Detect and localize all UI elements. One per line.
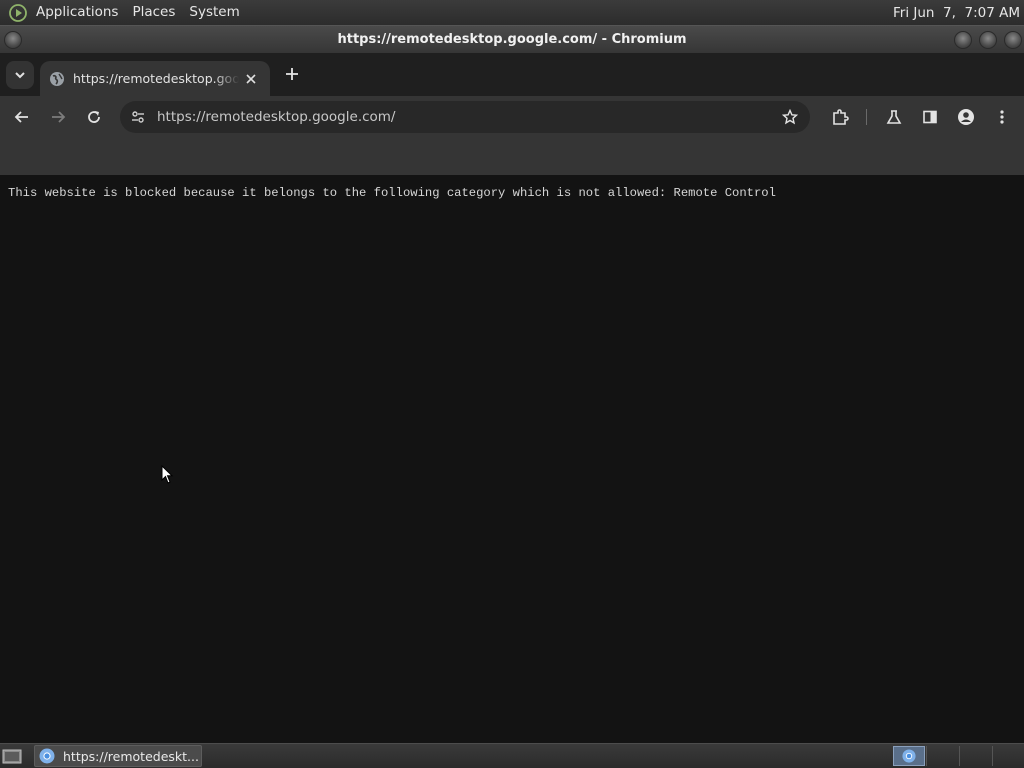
close-tab-icon[interactable] (243, 71, 259, 87)
plus-icon (286, 68, 298, 80)
distro-logo-icon[interactable] (7, 2, 29, 24)
reload-button[interactable] (84, 107, 104, 127)
window-title: https://remotedesktop.google.com/ - Chro… (337, 32, 687, 47)
workspace-1[interactable] (893, 746, 925, 766)
bookmarks-bar (0, 138, 1024, 175)
kebab-menu-icon (1000, 110, 1004, 124)
chrome-menu-button[interactable] (992, 107, 1012, 127)
taskbar-window-label: https://remotedeskt... (63, 748, 199, 764)
back-button[interactable] (12, 107, 32, 127)
tab-search-button[interactable] (6, 61, 34, 89)
page-content: This website is blocked because it belon… (0, 175, 1024, 743)
side-panel-button[interactable] (920, 107, 940, 127)
blocked-message: This website is blocked because it belon… (8, 186, 776, 200)
browser-toolbar: https://remotedesktop.google.com/ (0, 96, 1024, 138)
tab-active[interactable]: https://remotedesktop.google.com/ (40, 61, 270, 96)
top-panel: Applications Places System Fri Jun 7, 7:… (0, 0, 1024, 25)
minimize-button[interactable] (954, 31, 972, 49)
url-text[interactable]: https://remotedesktop.google.com/ (157, 101, 396, 133)
forward-button[interactable] (48, 107, 68, 127)
taskbar-chromium-window[interactable]: https://remotedeskt... (34, 745, 202, 767)
workspace-3[interactable] (959, 746, 991, 766)
toolbar-separator (866, 109, 867, 125)
extensions-button[interactable] (830, 107, 850, 127)
applications-menu[interactable]: Applications (29, 0, 125, 25)
chevron-down-icon (15, 72, 25, 79)
bookmark-star-icon[interactable] (780, 107, 800, 127)
labs-button[interactable] (884, 107, 904, 127)
workspace-2[interactable] (926, 746, 958, 766)
side-panel-icon (923, 110, 937, 124)
flask-icon (886, 110, 902, 124)
tab-strip: https://remotedesktop.google.com/ (0, 53, 1024, 96)
account-icon (958, 109, 974, 125)
window-menu-button[interactable] (4, 31, 22, 49)
close-window-button[interactable] (1004, 31, 1022, 49)
places-menu[interactable]: Places (125, 0, 182, 25)
address-bar[interactable]: https://remotedesktop.google.com/ (120, 101, 810, 133)
chromium-icon (902, 749, 916, 763)
panel-clock[interactable]: Fri Jun 7, 7:07 AM (893, 5, 1024, 21)
reload-icon (88, 111, 100, 123)
maximize-button[interactable] (979, 31, 997, 49)
show-desktop-icon[interactable] (2, 748, 22, 765)
tab-title: https://remotedesktop.google.com/ (73, 71, 239, 86)
site-info-icon[interactable] (128, 107, 148, 127)
chromium-icon (39, 748, 55, 764)
globe-icon (49, 71, 65, 87)
bottom-panel: https://remotedeskt... (0, 743, 1024, 768)
workspace-4[interactable] (992, 746, 1024, 766)
arrow-left-icon (14, 111, 28, 123)
arrow-right-icon (52, 111, 66, 123)
puzzle-icon (833, 109, 849, 125)
window-titlebar[interactable]: https://remotedesktop.google.com/ - Chro… (0, 25, 1024, 53)
new-tab-button[interactable] (283, 65, 301, 83)
system-menu[interactable]: System (182, 0, 246, 25)
mouse-cursor-icon (161, 465, 174, 484)
profile-button[interactable] (956, 107, 976, 127)
